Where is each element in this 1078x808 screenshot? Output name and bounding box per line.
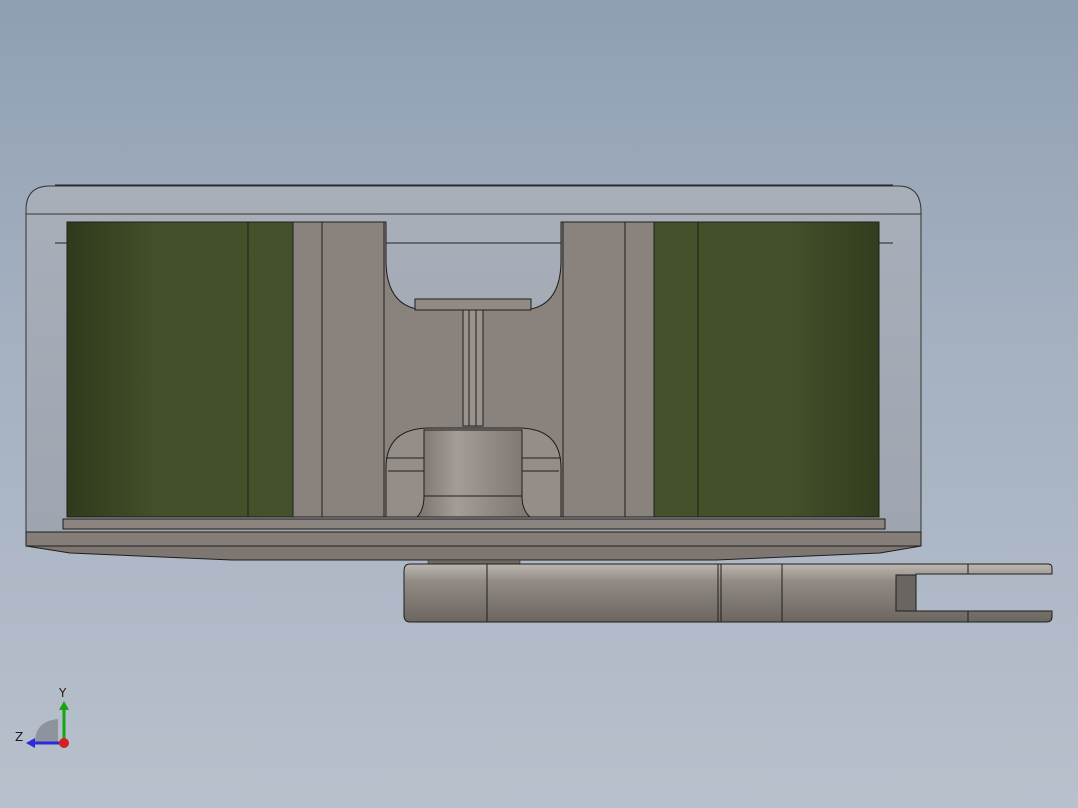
view-orientation-triad[interactable]: Y Z [10, 685, 80, 755]
base-plate[interactable] [25, 518, 922, 565]
cad-viewport[interactable]: Y Z [0, 0, 1078, 808]
lever-arm[interactable] [403, 563, 1053, 623]
model-graphics-area[interactable] [0, 0, 1078, 808]
z-axis-label: Z [15, 730, 24, 744]
left-coil-winding[interactable] [66, 221, 294, 518]
y-axis-label: Y [59, 686, 67, 700]
right-coil-winding[interactable] [653, 221, 880, 518]
triad-graphic [26, 701, 69, 748]
